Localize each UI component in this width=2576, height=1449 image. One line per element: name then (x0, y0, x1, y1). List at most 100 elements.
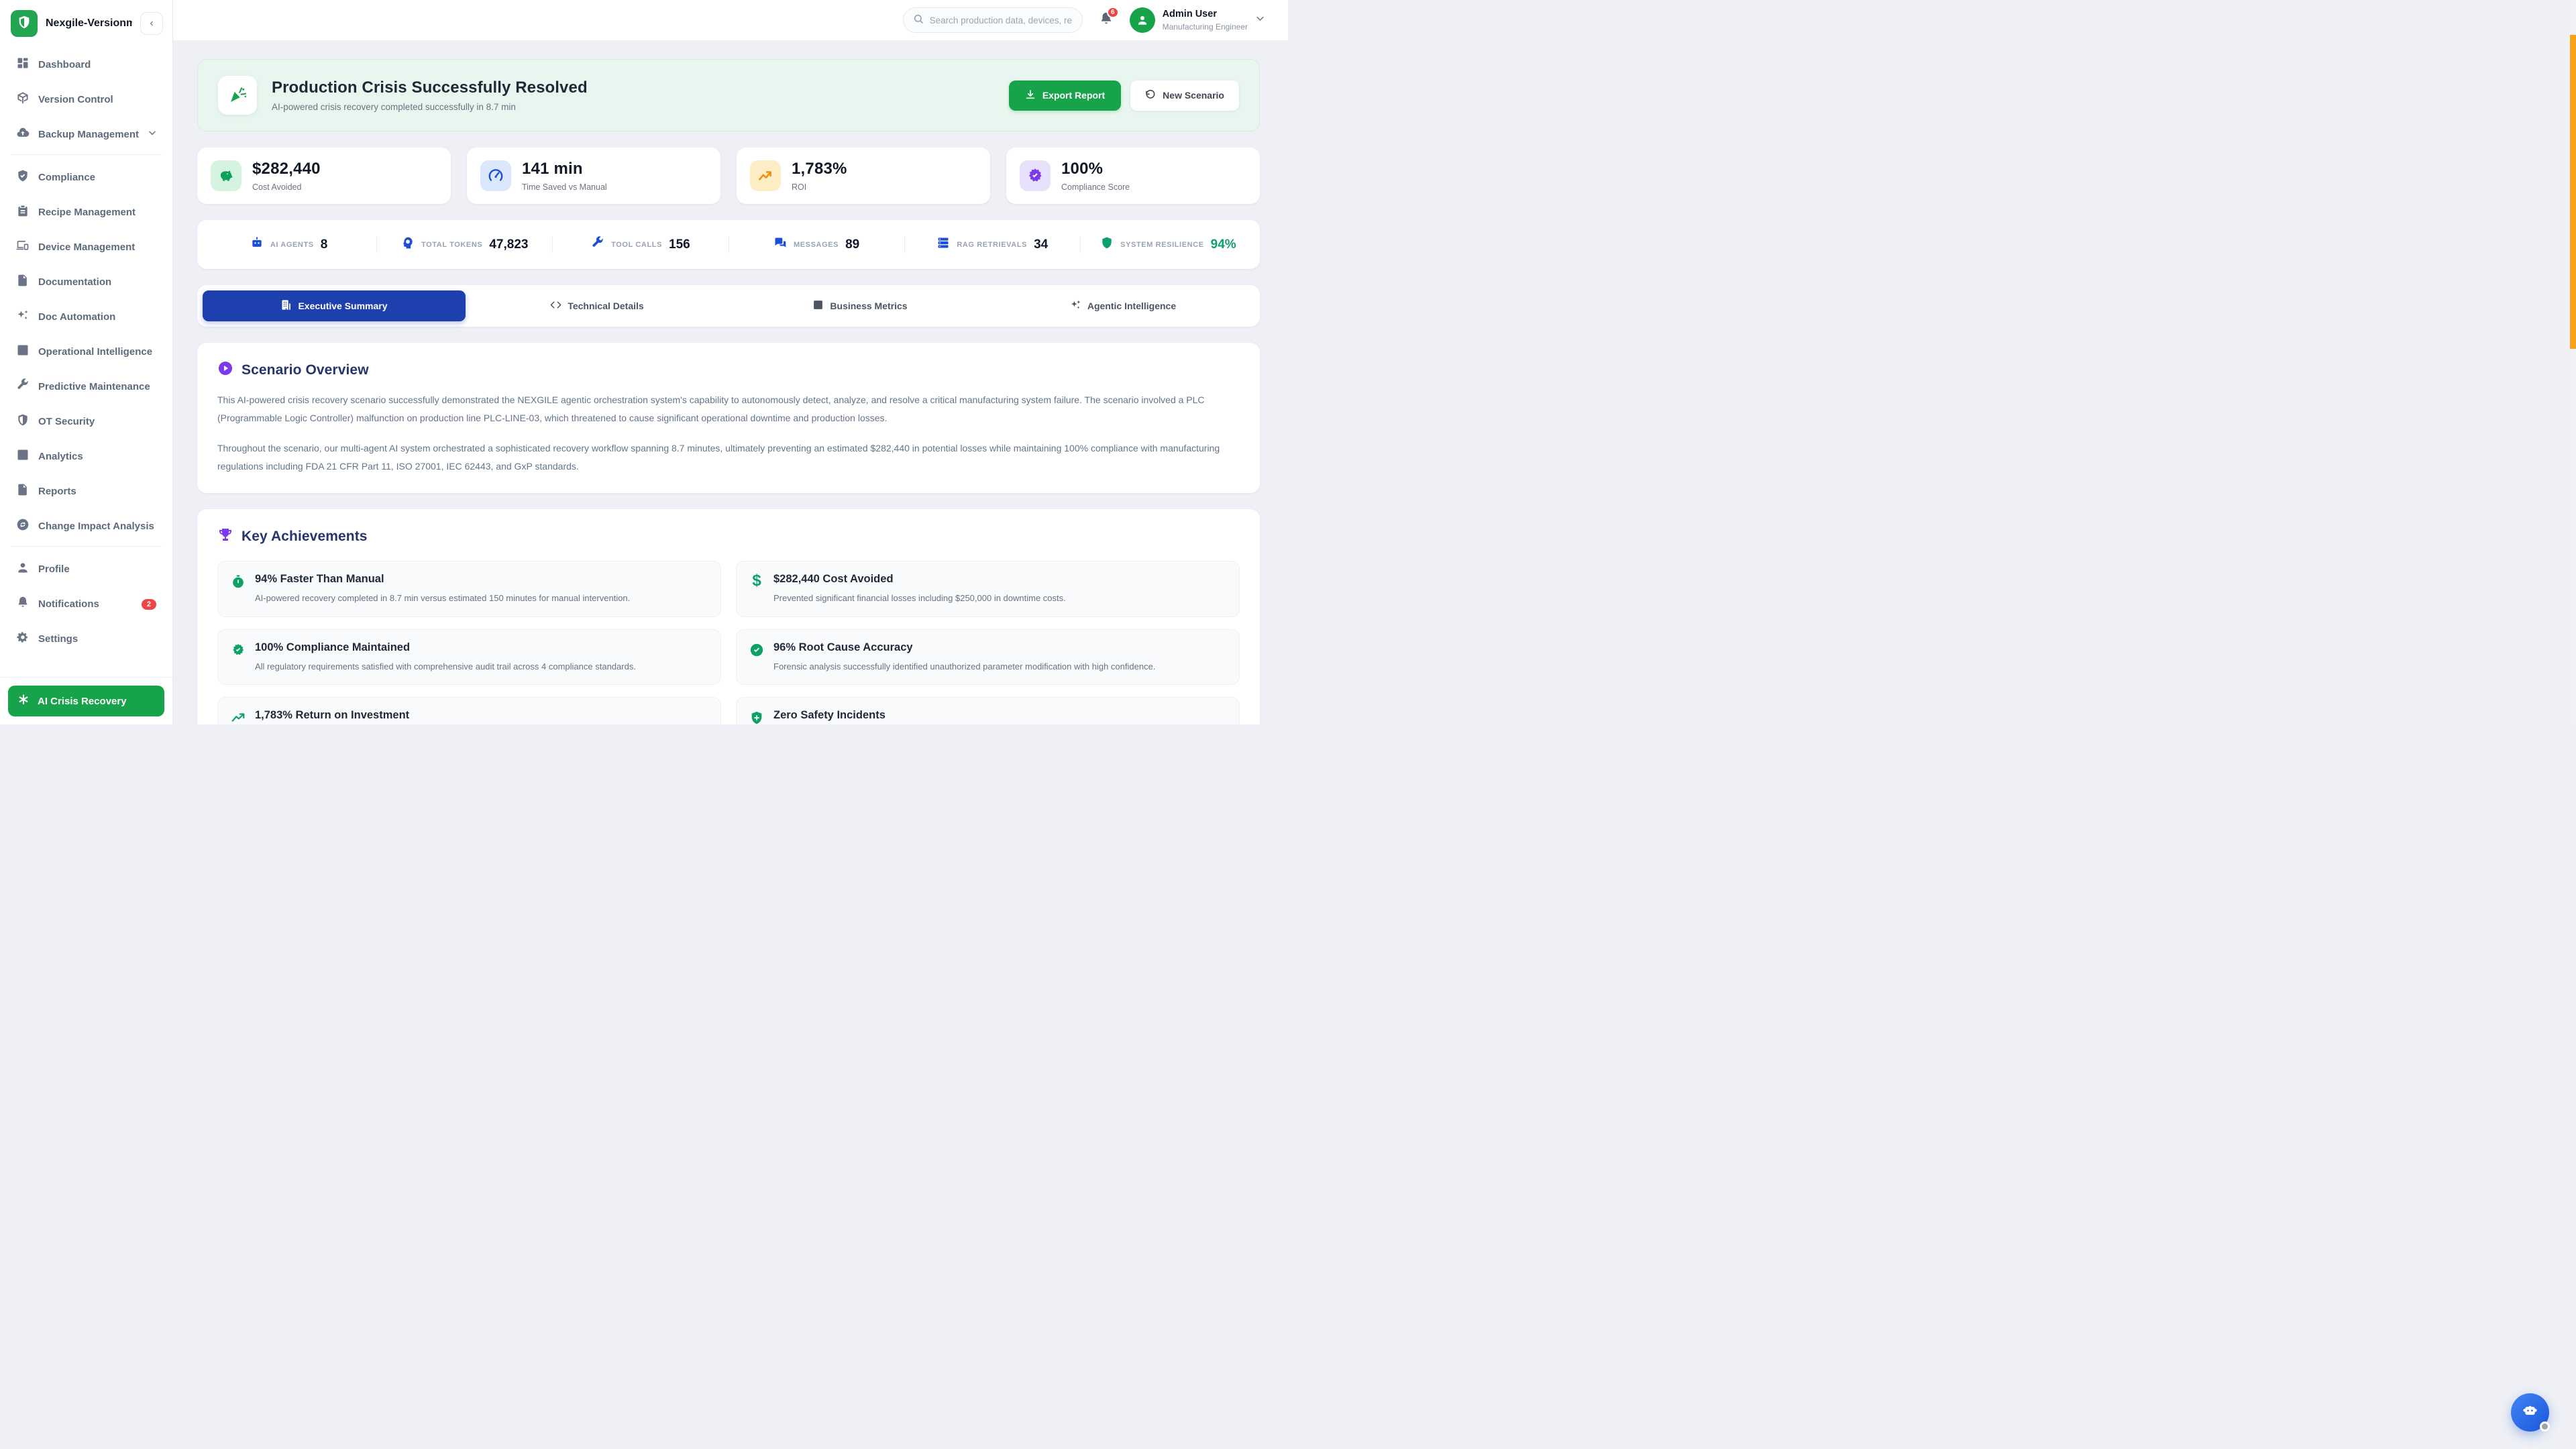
trophy-icon (217, 527, 233, 546)
new-scenario-button[interactable]: New Scenario (1130, 80, 1239, 111)
chatbot-fab-button[interactable] (2511, 1393, 2549, 1432)
wrench-icon (591, 236, 604, 253)
notifications-badge: 2 (142, 599, 156, 610)
shield-plus-icon (749, 710, 764, 724)
achievement-text: 96% Root Cause Accuracy Forensic analysi… (773, 641, 1155, 674)
stat-card-time-saved: 141 min Time Saved vs Manual (467, 148, 720, 204)
bar-chart-icon (16, 448, 30, 465)
rotate-ccw-icon (1145, 89, 1156, 102)
sidebar-item-version-control[interactable]: Version Control (8, 85, 164, 115)
achievement-text: 1,783% Return on Investment System deliv… (255, 709, 641, 724)
page-scrollbar-track[interactable] (2570, 0, 2576, 724)
shield-check-icon (16, 169, 30, 186)
achievements-grid: 94% Faster Than Manual AI-powered recove… (217, 561, 1240, 724)
sidebar-item-label: Change Impact Analysis (38, 521, 156, 532)
sidebar-item-label: Profile (38, 564, 156, 575)
sidebar-item-label: Dashboard (38, 59, 156, 70)
tab-technical-details[interactable]: Technical Details (466, 290, 729, 321)
stat-text: $282,440 Cost Avoided (252, 160, 321, 192)
metric-value: 94% (1211, 237, 1236, 252)
metric-label: SYSTEM RESILIENCE (1120, 241, 1204, 249)
page-scrollbar-thumb[interactable] (2570, 35, 2576, 349)
overview-paragraph-1: This AI-powered crisis recovery scenario… (217, 391, 1240, 428)
achievement-compliance-maintained: 100% Compliance Maintained All regulator… (217, 629, 721, 686)
file-text-icon (16, 274, 30, 290)
sparkles-icon (16, 309, 30, 325)
notifications-bell-button[interactable]: 6 (1099, 11, 1114, 30)
robot-icon (250, 236, 264, 253)
sidebar-item-predictive-maintenance[interactable]: Predictive Maintenance (8, 372, 164, 402)
download-icon (1025, 89, 1036, 102)
sidebar-item-notifications[interactable]: Notifications 2 (8, 589, 164, 619)
check-circle-icon (749, 643, 764, 657)
sidebar-item-profile[interactable]: Profile (8, 554, 164, 584)
metric-tool-calls: TOOL CALLS 156 (553, 236, 729, 253)
badge-check-icon (231, 643, 246, 657)
sidebar-item-label: OT Security (38, 416, 156, 427)
tab-agentic-intelligence[interactable]: Agentic Intelligence (991, 290, 1254, 321)
stat-value: 1,783% (792, 160, 847, 178)
banner-actions: Export Report New Scenario (1009, 80, 1239, 111)
stat-value: 141 min (522, 160, 607, 178)
achievement-text: $282,440 Cost Avoided Prevented signific… (773, 573, 1066, 605)
tab-business-metrics[interactable]: Business Metrics (729, 290, 991, 321)
metric-value: 89 (845, 237, 859, 252)
sidebar-item-device-management[interactable]: Device Management (8, 232, 164, 262)
sidebar-item-label: Analytics (38, 451, 156, 462)
code-icon (550, 299, 561, 313)
chart-square-icon (16, 343, 30, 360)
sidebar-item-label: Notifications (38, 598, 133, 610)
success-banner: Production Crisis Successfully Resolved … (197, 59, 1260, 131)
section-title: Key Achievements (241, 529, 368, 545)
gauge-icon (480, 160, 511, 191)
search-input[interactable] (930, 15, 1073, 25)
sidebar-item-documentation[interactable]: Documentation (8, 267, 164, 297)
user-menu[interactable]: Admin User Manufacturing Engineer (1130, 7, 1265, 33)
chevron-down-icon (148, 128, 157, 141)
sidebar-item-label: Doc Automation (38, 311, 156, 323)
sidebar-item-ot-security[interactable]: OT Security (8, 407, 164, 437)
achievement-title: Zero Safety Incidents (773, 709, 1115, 722)
sidebar-item-settings[interactable]: Settings (8, 624, 164, 654)
sidebar-divider (11, 546, 162, 547)
ai-crisis-recovery-button[interactable]: AI Crisis Recovery (8, 686, 164, 716)
sidebar-item-doc-automation[interactable]: Doc Automation (8, 302, 164, 332)
avatar (1130, 7, 1155, 33)
bell-count-badge: 6 (1107, 7, 1119, 18)
sidebar-item-operational-intelligence[interactable]: Operational Intelligence (8, 337, 164, 367)
sidebar-item-label: Recipe Management (38, 207, 156, 218)
sidebar-collapse-button[interactable]: ‹ (140, 12, 163, 35)
ai-crisis-recovery-label: AI Crisis Recovery (38, 696, 127, 707)
sidebar-item-dashboard[interactable]: Dashboard (8, 50, 164, 80)
shield-icon (1100, 236, 1114, 253)
sidebar-item-backup-management[interactable]: Backup Management (8, 119, 164, 150)
sidebar-item-compliance[interactable]: Compliance (8, 162, 164, 193)
party-popper-icon (218, 76, 257, 115)
tab-executive-summary[interactable]: Executive Summary (203, 290, 466, 321)
achievement-title: 96% Root Cause Accuracy (773, 641, 1155, 654)
sidebar-item-label: Predictive Maintenance (38, 381, 156, 392)
achievement-desc: Prevented significant financial losses i… (773, 592, 1066, 605)
bar-chart-icon (812, 299, 824, 313)
sidebar-item-analytics[interactable]: Analytics (8, 441, 164, 472)
metric-total-tokens: TOTAL TOKENS 47,823 (377, 236, 553, 253)
achievement-title: $282,440 Cost Avoided (773, 573, 1066, 586)
brain-icon (401, 236, 415, 253)
topbar: 6 Admin User Manufacturing Engineer (173, 0, 1288, 40)
sidebar-item-change-impact-analysis[interactable]: Change Impact Analysis (8, 511, 164, 541)
stat-cards-row: $282,440 Cost Avoided 141 min Time Saved… (197, 148, 1260, 204)
new-scenario-label: New Scenario (1163, 90, 1224, 101)
stat-value: 100% (1061, 160, 1130, 178)
sidebar-item-recipe-management[interactable]: Recipe Management (8, 197, 164, 227)
metric-value: 8 (321, 237, 328, 252)
scenario-overview-card: Scenario Overview This AI-powered crisis… (197, 343, 1260, 493)
metric-label: RAG RETRIEVALS (957, 241, 1027, 249)
server-stack-icon (936, 236, 950, 253)
metric-value: 47,823 (489, 237, 528, 252)
shield-logo-icon (17, 15, 32, 33)
sidebar-item-reports[interactable]: Reports (8, 476, 164, 506)
chat-bubbles-icon (773, 236, 787, 253)
achievement-cost-avoided: $ $282,440 Cost Avoided Prevented signif… (736, 561, 1240, 617)
search-icon (913, 13, 924, 28)
export-report-button[interactable]: Export Report (1009, 80, 1121, 111)
